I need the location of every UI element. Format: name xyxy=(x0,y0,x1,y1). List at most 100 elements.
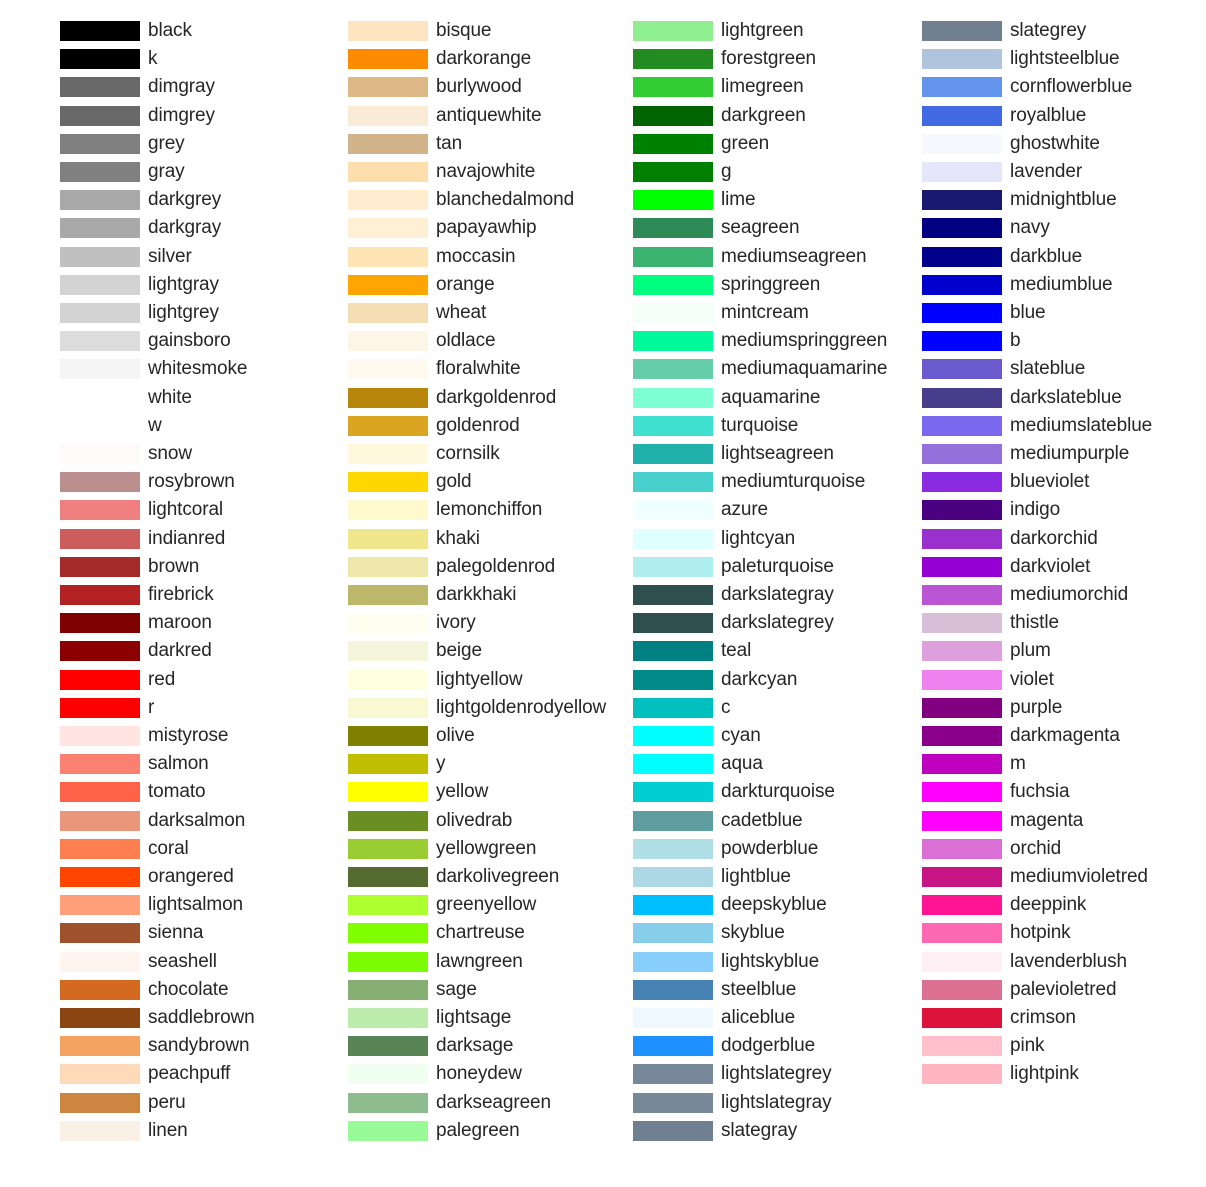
color-swatch xyxy=(633,1064,713,1085)
color-row: dodgerblue xyxy=(633,1035,919,1064)
color-name-label: lightskyblue xyxy=(721,950,820,972)
color-name-label: firebrick xyxy=(148,584,214,605)
color-row: beige xyxy=(348,640,634,669)
color-name-label: dimgray xyxy=(148,76,215,98)
color-name-label: lightgrey xyxy=(148,302,219,323)
color-row: violet xyxy=(922,668,1206,698)
color-row: yellowgreen xyxy=(348,837,634,867)
color-swatch xyxy=(922,472,1002,493)
color-name-label: gray xyxy=(148,161,185,182)
color-row: lightgrey xyxy=(60,302,346,331)
color-name-label: darkviolet xyxy=(1010,555,1091,577)
color-row: darkseagreen xyxy=(348,1092,634,1121)
color-row: darkorchid xyxy=(922,527,1206,557)
color-row: dimgray xyxy=(60,76,346,105)
color-swatch xyxy=(633,1008,713,1028)
color-swatch xyxy=(633,387,713,408)
color-name-label: darkblue xyxy=(1010,245,1083,267)
color-name-label: mediumpurple xyxy=(1010,443,1130,464)
color-row: cornsilk xyxy=(348,443,634,472)
color-swatch xyxy=(60,838,140,859)
color-swatch xyxy=(348,810,428,831)
color-row: floralwhite xyxy=(348,358,634,387)
color-name-label: violet xyxy=(1010,668,1054,690)
color-name-label: darksalmon xyxy=(148,809,246,831)
color-row: greenyellow xyxy=(348,894,634,923)
color-row: whitesmoke xyxy=(60,358,346,387)
color-name-label: snow xyxy=(148,443,192,464)
color-name-label: peru xyxy=(148,1091,186,1113)
color-row: deepskyblue xyxy=(633,894,919,923)
color-name-label: wheat xyxy=(436,302,487,323)
color-swatch xyxy=(633,895,713,916)
color-row: lightgoldenrodyellow xyxy=(348,697,634,726)
color-swatch xyxy=(633,105,713,126)
color-row: lightsage xyxy=(348,1007,634,1036)
color-name-label: aliceblue xyxy=(721,1007,796,1028)
color-swatch xyxy=(348,979,428,1000)
color-name-label: darkorchid xyxy=(1010,527,1098,549)
color-swatch xyxy=(633,641,713,662)
color-swatch xyxy=(348,387,428,408)
color-name-label: palegoldenrod xyxy=(436,555,556,577)
color-name-label: lightslategray xyxy=(721,1091,832,1113)
color-row: oldlace xyxy=(348,330,634,359)
color-row: khaki xyxy=(348,527,634,557)
color-row: palegreen xyxy=(348,1120,634,1149)
color-name-label: black xyxy=(148,20,192,41)
color-name-label: y xyxy=(436,753,446,775)
color-row: maroon xyxy=(60,612,346,641)
color-swatch xyxy=(922,105,1002,126)
color-swatch xyxy=(348,867,428,887)
color-name-label: lightblue xyxy=(721,866,791,887)
color-swatch xyxy=(922,585,1002,605)
color-swatch xyxy=(348,359,428,380)
color-swatch xyxy=(633,697,713,718)
color-name-label: yellowgreen xyxy=(436,837,537,859)
color-row: gray xyxy=(60,161,346,190)
color-column-0: black k dimgray dimgrey grey gray darkgrey dark… xyxy=(60,0,346,1187)
color-name-label: mediumturquoise xyxy=(721,471,866,493)
color-name-label: mediumspringgreen xyxy=(721,330,888,352)
color-row: hotpink xyxy=(922,922,1206,951)
color-row: cadetblue xyxy=(633,809,919,839)
color-row: aliceblue xyxy=(633,1007,919,1036)
color-swatch xyxy=(348,1120,428,1141)
color-swatch xyxy=(60,162,140,182)
color-row: c xyxy=(633,697,919,726)
color-name-label: red xyxy=(148,668,176,690)
color-name-label: hotpink xyxy=(1010,922,1071,944)
color-row: lightyellow xyxy=(348,669,634,698)
color-name-label: honeydew xyxy=(436,1063,522,1085)
color-swatch xyxy=(60,415,140,436)
color-row: slategrey xyxy=(922,20,1206,49)
color-row: azure xyxy=(633,499,919,528)
color-row: moccasin xyxy=(348,246,634,275)
color-swatch xyxy=(348,415,428,436)
color-row: wheat xyxy=(348,302,634,331)
color-swatch xyxy=(633,472,713,493)
color-row: honeydew xyxy=(348,1063,634,1092)
color-swatch xyxy=(348,500,428,521)
color-name-label: darkgrey xyxy=(148,189,222,211)
color-swatch xyxy=(922,1036,1002,1057)
color-name-label: khaki xyxy=(436,527,480,549)
color-name-label: darksage xyxy=(436,1035,514,1057)
color-row: teal xyxy=(633,640,919,669)
color-name-label: tomato xyxy=(148,781,206,803)
color-swatch xyxy=(348,782,428,803)
color-swatch xyxy=(633,162,713,182)
color-name-label: brown xyxy=(148,555,200,577)
color-name-label: cadetblue xyxy=(721,809,803,831)
color-swatch xyxy=(348,246,428,267)
color-row: coral xyxy=(60,838,346,867)
color-name-label: darkturquoise xyxy=(721,781,835,803)
color-swatch xyxy=(922,133,1002,154)
color-swatch xyxy=(633,810,713,831)
color-row: lightpink xyxy=(922,1063,1206,1092)
color-row: chartreuse xyxy=(348,922,634,951)
color-row: darkgrey xyxy=(60,189,346,218)
color-row: dimgrey xyxy=(60,105,346,134)
color-swatch xyxy=(348,77,428,98)
color-name-label: peachpuff xyxy=(148,1063,231,1085)
